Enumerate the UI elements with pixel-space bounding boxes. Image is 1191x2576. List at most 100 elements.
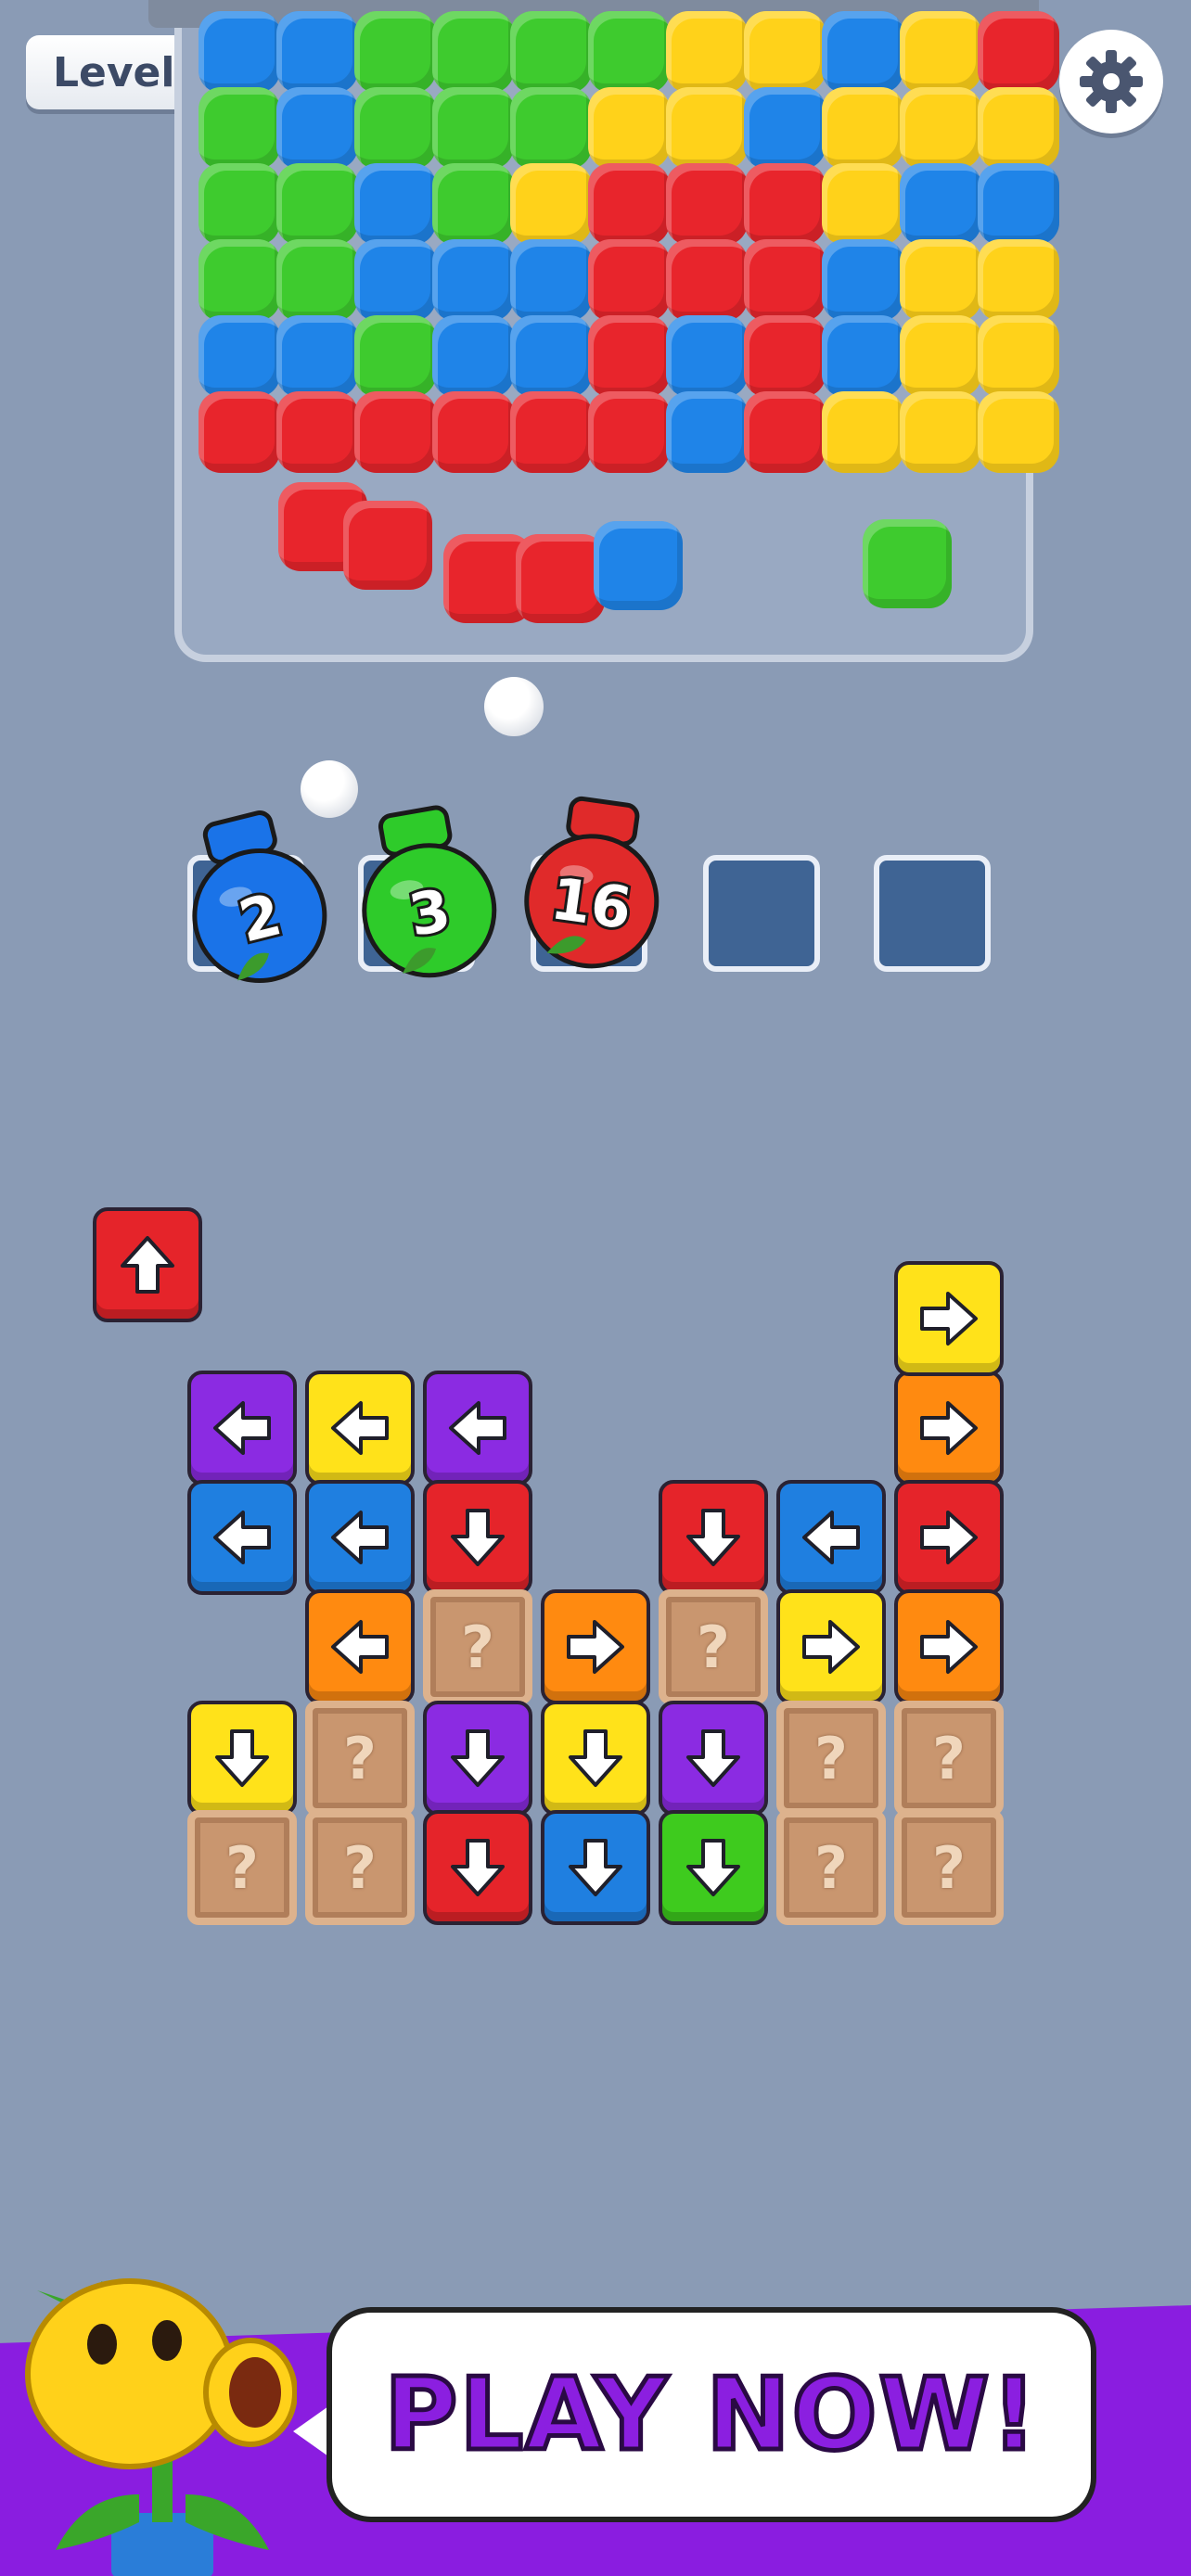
cube <box>666 11 748 93</box>
arrow-down-icon <box>451 1839 505 1896</box>
mystery-crate[interactable]: ? <box>305 1810 415 1925</box>
cube <box>900 391 981 473</box>
cube <box>343 501 432 590</box>
arrow-block[interactable] <box>659 1480 768 1595</box>
arrow-block[interactable] <box>894 1589 1004 1704</box>
shooter-cannon[interactable]: 3 <box>338 792 516 1001</box>
arrow-down-icon <box>686 1729 740 1787</box>
crate-question-mark: ? <box>932 1724 966 1792</box>
cube <box>588 239 670 321</box>
cube <box>432 11 514 93</box>
mystery-crate[interactable]: ? <box>776 1701 886 1816</box>
arrow-right-icon <box>920 1401 978 1455</box>
mystery-crate[interactable]: ? <box>894 1810 1004 1925</box>
cube <box>432 315 514 397</box>
arrow-block[interactable] <box>423 1701 532 1816</box>
arrow-block[interactable] <box>894 1261 1004 1376</box>
mystery-crate[interactable]: ? <box>423 1589 532 1704</box>
arrow-left-icon <box>213 1401 271 1455</box>
cube <box>432 239 514 321</box>
mystery-crate[interactable]: ? <box>776 1810 886 1925</box>
arrow-right-icon <box>920 1511 978 1564</box>
arrow-block[interactable] <box>187 1480 297 1595</box>
cube <box>588 391 670 473</box>
arrow-right-icon <box>920 1620 978 1674</box>
play-now-button[interactable]: PLAY NOW! <box>327 2307 1096 2522</box>
arrow-block[interactable] <box>423 1480 532 1595</box>
arrow-block[interactable] <box>305 1480 415 1595</box>
cube <box>432 391 514 473</box>
cube <box>198 391 280 473</box>
arrow-right-icon <box>567 1620 624 1674</box>
cube <box>198 315 280 397</box>
arrow-block[interactable] <box>541 1810 650 1925</box>
cube <box>900 239 981 321</box>
arrow-block[interactable] <box>776 1480 886 1595</box>
cube <box>354 163 436 245</box>
cube <box>198 163 280 245</box>
cube <box>588 11 670 93</box>
arrow-block[interactable] <box>894 1480 1004 1595</box>
shooter-cannon[interactable]: 16 <box>507 784 680 988</box>
arrow-down-icon <box>215 1729 269 1787</box>
arrow-block[interactable] <box>187 1371 297 1486</box>
cube <box>666 315 748 397</box>
cube <box>198 239 280 321</box>
cube <box>588 163 670 245</box>
arrow-block[interactable] <box>423 1810 532 1925</box>
cube <box>198 87 280 169</box>
crate-question-mark: ? <box>697 1613 730 1681</box>
arrow-down-icon <box>451 1729 505 1787</box>
cube <box>588 315 670 397</box>
arrow-block[interactable] <box>187 1701 297 1816</box>
shooter-slot[interactable] <box>874 855 991 972</box>
arrow-right-icon <box>920 1292 978 1345</box>
cube <box>978 11 1059 93</box>
cube <box>588 87 670 169</box>
cube <box>978 163 1059 245</box>
arrow-right-icon <box>802 1620 860 1674</box>
mystery-crate[interactable]: ? <box>187 1810 297 1925</box>
arrow-left-icon <box>331 1511 389 1564</box>
arrow-up-icon <box>121 1236 174 1294</box>
cube-grid <box>0 0 1191 668</box>
arrow-block[interactable] <box>659 1810 768 1925</box>
arrow-block[interactable] <box>305 1589 415 1704</box>
arrow-block[interactable] <box>659 1701 768 1816</box>
arrow-block[interactable] <box>305 1371 415 1486</box>
cube <box>744 87 826 169</box>
arrow-block[interactable] <box>541 1589 650 1704</box>
crate-question-mark: ? <box>814 1833 848 1902</box>
arrow-down-icon <box>686 1509 740 1566</box>
cube <box>744 315 826 397</box>
cube <box>354 87 436 169</box>
mystery-crate[interactable]: ? <box>659 1589 768 1704</box>
cube <box>666 87 748 169</box>
mystery-crate[interactable]: ? <box>894 1701 1004 1816</box>
play-now-label: PLAY NOW! <box>382 2354 1040 2475</box>
cube <box>822 87 903 169</box>
shooter-slot[interactable] <box>703 855 820 972</box>
arrow-down-icon <box>569 1729 622 1787</box>
arrow-left-icon <box>213 1511 271 1564</box>
arrow-block[interactable] <box>541 1701 650 1816</box>
arrow-block[interactable] <box>776 1589 886 1704</box>
crate-question-mark: ? <box>343 1724 377 1792</box>
cube <box>822 391 903 473</box>
cube <box>510 391 592 473</box>
arrow-down-icon <box>686 1839 740 1896</box>
cube <box>276 163 358 245</box>
mystery-crate[interactable]: ? <box>305 1701 415 1816</box>
plant-mascot-icon <box>25 2278 297 2576</box>
cube <box>822 239 903 321</box>
cube <box>276 11 358 93</box>
cube <box>978 239 1059 321</box>
arrow-block[interactable] <box>93 1207 202 1322</box>
cube <box>354 391 436 473</box>
cube <box>432 87 514 169</box>
cube <box>354 239 436 321</box>
shooter-cannon[interactable]: 2 <box>161 794 351 1010</box>
arrow-block[interactable] <box>894 1371 1004 1486</box>
arrow-block[interactable] <box>423 1371 532 1486</box>
cube <box>900 163 981 245</box>
